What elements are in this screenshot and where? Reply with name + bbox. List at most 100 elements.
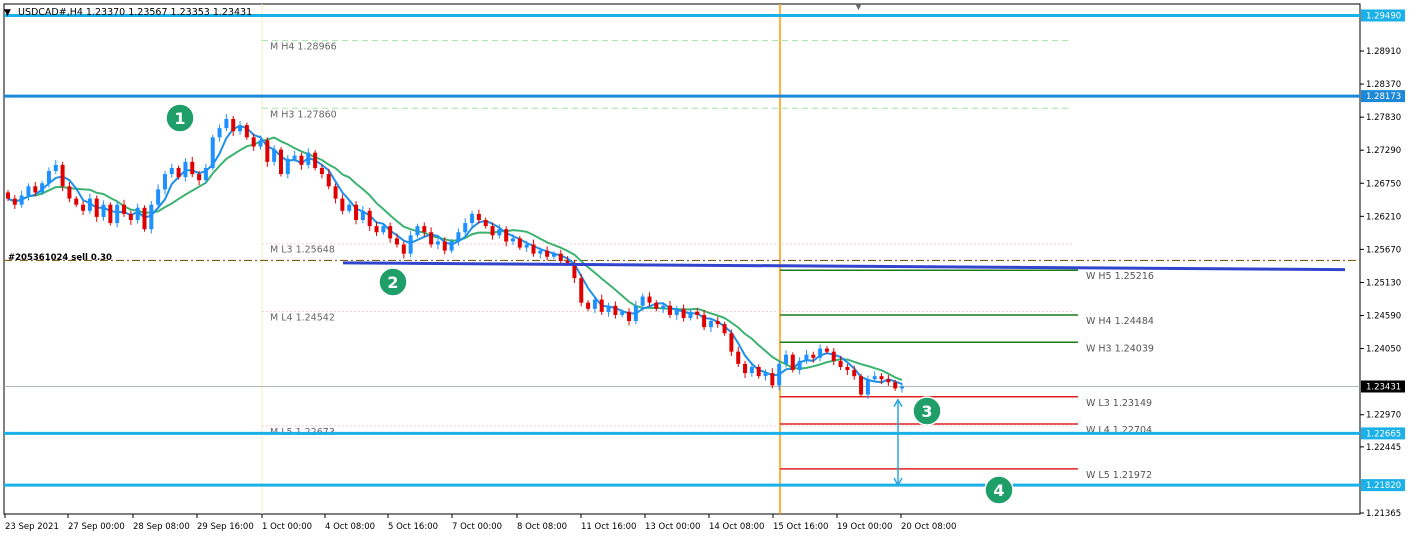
candle-body: [238, 125, 243, 132]
candle-body: [81, 204, 86, 211]
candle-body: [804, 354, 809, 361]
candle-body: [203, 167, 208, 181]
candle-body: [292, 155, 297, 159]
candle-body: [524, 244, 529, 248]
candle-body: [326, 174, 331, 187]
candle-body: [94, 198, 99, 217]
candle-body: [278, 149, 283, 175]
candle-body: [224, 118, 229, 129]
candle-body: [33, 186, 38, 193]
marker-4-label: 4: [993, 481, 1004, 500]
marker-2-label: 2: [387, 273, 398, 292]
candle-body: [183, 161, 188, 178]
candle-body: [640, 296, 645, 306]
candle-body: [599, 299, 604, 312]
shift-marker-icon[interactable]: ▼: [855, 2, 862, 12]
candle-body: [783, 354, 788, 364]
candle-body: [449, 241, 454, 251]
candle-body: [797, 360, 802, 371]
candle-body: [142, 207, 147, 230]
price-axis: 1.28910 1.28370 1.27830 1.27290 1.26750 1.262…: [1360, 47, 1401, 519]
candle-body: [463, 223, 468, 233]
candle-body: [824, 348, 829, 352]
x-tick-label: 23 Sep 2021: [5, 522, 59, 532]
y-tick-label: 1.25670: [1366, 245, 1401, 255]
x-tick-label: 13 Oct 00:00: [645, 522, 700, 532]
candle-body: [40, 183, 45, 193]
candle-body: [354, 204, 359, 221]
candle-body: [852, 370, 857, 377]
candle-body: [865, 379, 870, 395]
candle-body: [633, 305, 638, 322]
x-tick-label: 19 Oct 00:00: [837, 522, 892, 532]
current-price-label: 1.23431: [1366, 382, 1401, 392]
x-tick-label: 4 Oct 08:00: [325, 522, 375, 532]
y-tick-label: 1.22445: [1366, 443, 1401, 453]
candle-body: [19, 195, 24, 205]
candle-body: [729, 333, 734, 352]
candle-body: [490, 226, 495, 236]
candle-body: [565, 261, 570, 263]
candle-body: [470, 213, 475, 224]
candle-body: [244, 125, 249, 138]
candle-body: [790, 354, 795, 371]
candle-body: [627, 311, 632, 322]
candle-body: [285, 158, 290, 175]
candle-body: [422, 226, 427, 233]
candle-body: [702, 314, 707, 328]
monthly-pivot-label: M H3 1.27860: [270, 109, 337, 120]
candle-body: [217, 128, 222, 138]
candle-body: [367, 210, 372, 227]
candle-body: [661, 305, 666, 309]
weekly-pivot-label: W L3 1.23149: [1086, 398, 1152, 409]
candle-body: [483, 220, 488, 227]
candle-body: [319, 167, 324, 175]
candle-body: [299, 155, 304, 165]
chart-canvas[interactable]: M H4 1.28966 M H3 1.27860 M L3 1.25648 M L4…: [0, 0, 1409, 539]
monthly-pivot-label: M L4 1.24542: [270, 312, 335, 323]
candle-body: [197, 174, 202, 181]
candle-body: [476, 213, 481, 221]
candle-body: [101, 204, 106, 217]
plot-area: [3, 3, 1361, 515]
candle-body: [87, 198, 92, 211]
y-tick-label: 1.28910: [1366, 47, 1401, 57]
candle-body: [265, 140, 270, 162]
candle-body: [497, 229, 502, 236]
candle-body: [135, 207, 140, 221]
candle-body: [251, 137, 256, 147]
candle-body: [879, 376, 884, 380]
x-tick-label: 20 Oct 08:00: [901, 522, 956, 532]
candle-body: [831, 351, 836, 361]
candle-body: [859, 376, 864, 395]
candle-body: [606, 305, 611, 312]
y-tick-label: 1.24590: [1366, 312, 1401, 322]
candle-body: [838, 360, 843, 367]
candle-body: [777, 363, 782, 386]
candle-body: [886, 379, 891, 383]
x-tick-label: 29 Sep 16:00: [197, 522, 254, 532]
candle-body: [6, 192, 10, 199]
candle-body: [818, 348, 823, 358]
candle-body: [190, 161, 195, 175]
x-tick-label: 1 Oct 00:00: [262, 522, 312, 532]
price-chart[interactable]: M H4 1.28966 M H3 1.27860 M L3 1.25648 M L4…: [0, 0, 1409, 539]
candle-body: [545, 250, 550, 257]
candle-body: [695, 311, 700, 315]
candle-body: [722, 324, 727, 334]
x-tick-label: 8 Oct 08:00: [517, 522, 567, 532]
candle-body: [456, 232, 461, 242]
candle-body: [108, 204, 113, 224]
candle-body: [149, 204, 154, 230]
candle-body: [408, 235, 413, 254]
chart-collapse-icon[interactable]: ▼: [4, 8, 11, 18]
candle-body: [360, 210, 365, 221]
candle-body: [272, 149, 277, 162]
monthly-pivot-label: M L3 1.25648: [270, 245, 335, 256]
y-tick-label: 1.27290: [1366, 146, 1401, 156]
candle-body: [169, 167, 174, 175]
y-tick-label: 1.26750: [1366, 179, 1401, 189]
candle-body: [381, 226, 386, 233]
candle-body: [531, 244, 536, 254]
candle-body: [313, 152, 318, 168]
